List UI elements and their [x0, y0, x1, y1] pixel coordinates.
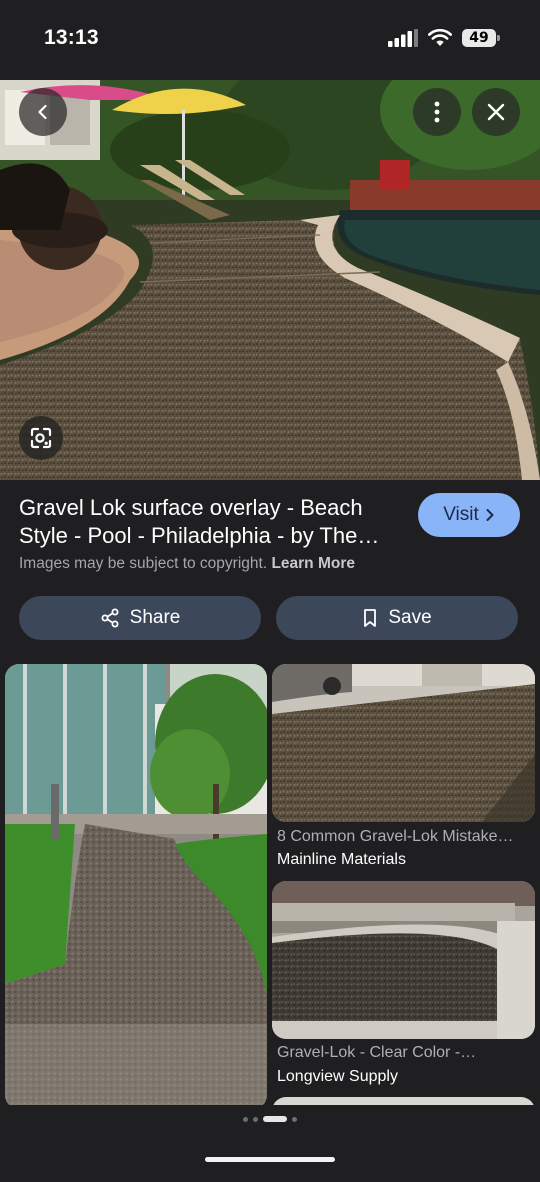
save-button[interactable]: Save	[276, 596, 518, 640]
status-icons: 49	[388, 29, 500, 47]
page-dot	[253, 1116, 258, 1122]
related-image-walkway[interactable]	[5, 664, 267, 1105]
signal-icon	[388, 29, 418, 47]
related-image-2[interactable]	[272, 881, 535, 1039]
related-image-3[interactable]	[272, 1097, 535, 1105]
page-dot	[243, 1116, 248, 1122]
steps-photo	[272, 881, 535, 1039]
wifi-icon	[428, 29, 452, 46]
close-icon	[487, 103, 505, 121]
share-label: Share	[129, 607, 181, 628]
chevron-left-icon	[38, 104, 47, 120]
driveway-photo	[272, 664, 535, 822]
home-indicator[interactable]	[205, 1157, 335, 1162]
copyright-notice: Images may be subject to copyright. Lear…	[19, 555, 355, 573]
related-title-1[interactable]: 8 Common Gravel-Lok Mistake…	[277, 828, 533, 846]
google-lens-icon	[30, 427, 52, 449]
learn-more-link[interactable]: Learn More	[271, 555, 355, 572]
related-source-1: Mainline Materials	[277, 851, 406, 868]
related-image-1[interactable]	[272, 664, 535, 822]
result-title-text: Gravel Lok surface overlay - Beach Style…	[19, 495, 380, 548]
page-dot-active	[263, 1116, 287, 1122]
pool-patio-photo	[0, 80, 540, 480]
walkway-photo	[5, 664, 267, 1105]
result-title[interactable]: Gravel Lok surface overlay - Beach Style…	[19, 494, 399, 550]
copyright-text: Images may be subject to copyright.	[19, 555, 268, 572]
status-time: 13:13	[44, 26, 99, 49]
battery-icon: 49	[462, 29, 500, 47]
visit-button[interactable]: Visit	[418, 493, 520, 537]
bookmark-icon	[364, 609, 377, 627]
more-options-button[interactable]	[413, 88, 461, 136]
related-images-grid: 8 Common Gravel-Lok Mistake… Mainline Ma…	[0, 660, 540, 1105]
page-indicator	[0, 1116, 540, 1122]
page-dot	[292, 1116, 297, 1122]
result-info: Gravel Lok surface overlay - Beach Style…	[0, 480, 540, 660]
visit-label: Visit	[443, 504, 479, 525]
back-button[interactable]	[19, 88, 67, 136]
share-button[interactable]: Share	[19, 596, 261, 640]
save-label: Save	[388, 607, 432, 628]
chevron-right-icon	[486, 509, 494, 521]
related-source-2: Longview Supply	[277, 1068, 398, 1085]
share-icon	[101, 608, 119, 628]
close-button[interactable]	[472, 88, 520, 136]
more-vert-icon	[434, 101, 440, 123]
battery-level: 49	[469, 30, 489, 46]
result-image[interactable]	[0, 80, 540, 480]
related-title-2[interactable]: Gravel-Lok - Clear Color -…	[277, 1044, 533, 1062]
status-bar: 13:13 49	[0, 0, 540, 80]
google-lens-button[interactable]	[19, 416, 63, 460]
